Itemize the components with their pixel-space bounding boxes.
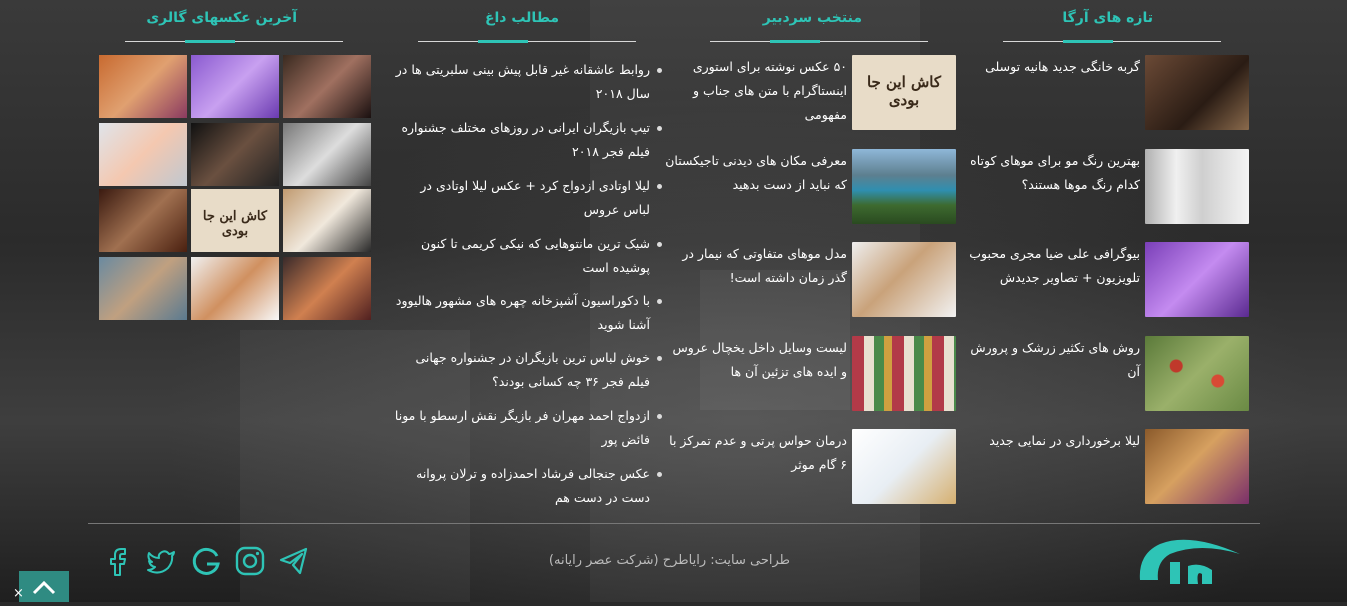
editors-title: منتخب سردبیر	[762, 10, 862, 26]
hot-list-item[interactable]: با دکوراسیون آشپزخانه چهره های مشهور هال…	[390, 289, 662, 337]
gallery-thumb[interactable]	[99, 189, 187, 252]
hot-divider	[418, 40, 636, 43]
bullet-icon	[657, 68, 662, 73]
editors-card[interactable]: معرفی مکان های دیدنی تاجیکستان که نباید …	[665, 149, 957, 224]
hot-list-item[interactable]: روابط عاشقانه غیر قابل پیش بینی سلبریتی …	[390, 58, 662, 106]
hot-list-item[interactable]: خوش لباس ترین بازیگران در جشنواره جهانی …	[390, 346, 662, 394]
bullet-icon	[657, 184, 662, 189]
google-icon[interactable]	[190, 545, 222, 577]
latest-card[interactable]: بهترین رنگ مو برای موهای کوتاه کدام رنگ …	[958, 149, 1250, 224]
editors-card-title: معرفی مکان های دیدنی تاجیکستان که نباید …	[665, 153, 847, 192]
latest-thumb	[1145, 429, 1249, 504]
latest-thumb	[1145, 149, 1249, 224]
latest-divider	[1003, 40, 1221, 43]
editors-card[interactable]: درمان حواس پرتی و عدم تمرکز با ۶ گام موث…	[665, 429, 957, 504]
gallery-title: آخرین عکسهای گالری	[146, 10, 297, 26]
gallery-thumb[interactable]	[191, 123, 279, 186]
gallery-divider	[125, 40, 343, 43]
gallery-thumb[interactable]: کاش این جا بودی	[191, 189, 279, 252]
latest-card-title: لیلا برخورداری در نمایی جدید	[989, 433, 1140, 448]
gallery-thumb-text: کاش این جا بودی	[202, 209, 268, 239]
latest-card-title: گربه خانگی جدید هانیه توسلی	[985, 59, 1140, 74]
latest-card[interactable]: بیوگرافی علی ضیا مجری محبوب تلویزیون + ت…	[958, 242, 1250, 317]
latest-card-title: روش های تکثیر زرشک و پرورش آن	[970, 340, 1140, 379]
gallery-thumb[interactable]	[99, 257, 187, 320]
bullet-icon	[657, 126, 662, 131]
gallery-thumb[interactable]	[99, 55, 187, 118]
hot-list-item[interactable]: ازدواج احمد مهران فر بازیگر نقش ارسطو با…	[390, 404, 662, 452]
gallery-thumb[interactable]	[283, 189, 371, 252]
latest-title: تازه های آرگا	[1062, 10, 1153, 26]
telegram-icon[interactable]	[278, 545, 310, 577]
editors-thumb	[852, 336, 956, 411]
editors-card[interactable]: مدل موهای متفاوتی که نیمار در گذر زمان د…	[665, 242, 957, 317]
gallery-thumb[interactable]	[283, 257, 371, 320]
back-to-top-button[interactable]	[19, 571, 69, 602]
latest-thumb	[1145, 242, 1249, 317]
bullet-icon	[657, 356, 662, 361]
facebook-icon[interactable]	[102, 545, 134, 577]
latest-card-title: بهترین رنگ مو برای موهای کوتاه کدام رنگ …	[970, 153, 1140, 192]
hot-title: مطالب داغ	[484, 10, 559, 26]
hot-list-item[interactable]: شیک ترین مانتوهایی که نیکی کریمی تا کنون…	[390, 232, 662, 280]
latest-card[interactable]: گربه خانگی جدید هانیه توسلی	[958, 55, 1250, 130]
editors-thumb	[852, 149, 956, 224]
gallery-thumb[interactable]	[191, 55, 279, 118]
latest-card[interactable]: روش های تکثیر زرشک و پرورش آن	[958, 336, 1250, 411]
gallery-thumb[interactable]	[99, 123, 187, 186]
editors-thumb-text: کاش این جا بودی	[866, 73, 942, 109]
instagram-icon[interactable]	[234, 545, 266, 577]
bullet-icon	[657, 299, 662, 304]
editors-card-title: ۵۰ عکس نوشته برای استوری اینستاگرام با م…	[692, 59, 847, 122]
gallery-thumb[interactable]	[283, 123, 371, 186]
gallery-thumb[interactable]	[283, 55, 371, 118]
twitter-icon[interactable]	[145, 545, 177, 577]
footer-divider	[88, 523, 1260, 524]
editors-card[interactable]: لیست وسایل داخل یخچال عروس و ایده های تز…	[665, 336, 957, 411]
latest-thumb	[1145, 336, 1249, 411]
hot-list-item[interactable]: عکس جنجالی فرشاد احمدزاده و ترلان پروانه…	[390, 462, 662, 510]
editors-card-title: لیست وسایل داخل یخچال عروس و ایده های تز…	[672, 340, 847, 379]
gallery-thumb[interactable]	[191, 257, 279, 320]
arga-logo[interactable]	[1130, 532, 1245, 594]
editors-card-title: درمان حواس پرتی و عدم تمرکز با ۶ گام موث…	[669, 433, 847, 472]
latest-card-title: بیوگرافی علی ضیا مجری محبوب تلویزیون + ت…	[969, 246, 1140, 285]
latest-thumb	[1145, 55, 1249, 130]
bullet-icon	[657, 414, 662, 419]
hot-list-item[interactable]: تیپ بازیگران ایرانی در روزهای مختلف جشنو…	[390, 116, 662, 164]
bullet-icon	[657, 472, 662, 477]
editors-thumb: کاش این جا بودی	[852, 55, 956, 130]
bullet-icon	[657, 242, 662, 247]
close-icon[interactable]: ×	[13, 586, 24, 601]
editors-thumb	[852, 242, 956, 317]
editors-divider	[710, 40, 928, 43]
editors-card[interactable]: کاش این جا بودی ۵۰ عکس نوشته برای استوری…	[665, 55, 957, 130]
editors-card-title: مدل موهای متفاوتی که نیمار در گذر زمان د…	[682, 246, 847, 285]
footer-credit[interactable]: طراحی سایت: رایاطرح (شرکت عصر رایانه)	[520, 553, 790, 568]
latest-card[interactable]: لیلا برخورداری در نمایی جدید	[958, 429, 1250, 504]
hot-list-item[interactable]: لیلا اوتادی ازدواج کرد + عکس لیلا اوتادی…	[390, 174, 662, 222]
editors-thumb	[852, 429, 956, 504]
